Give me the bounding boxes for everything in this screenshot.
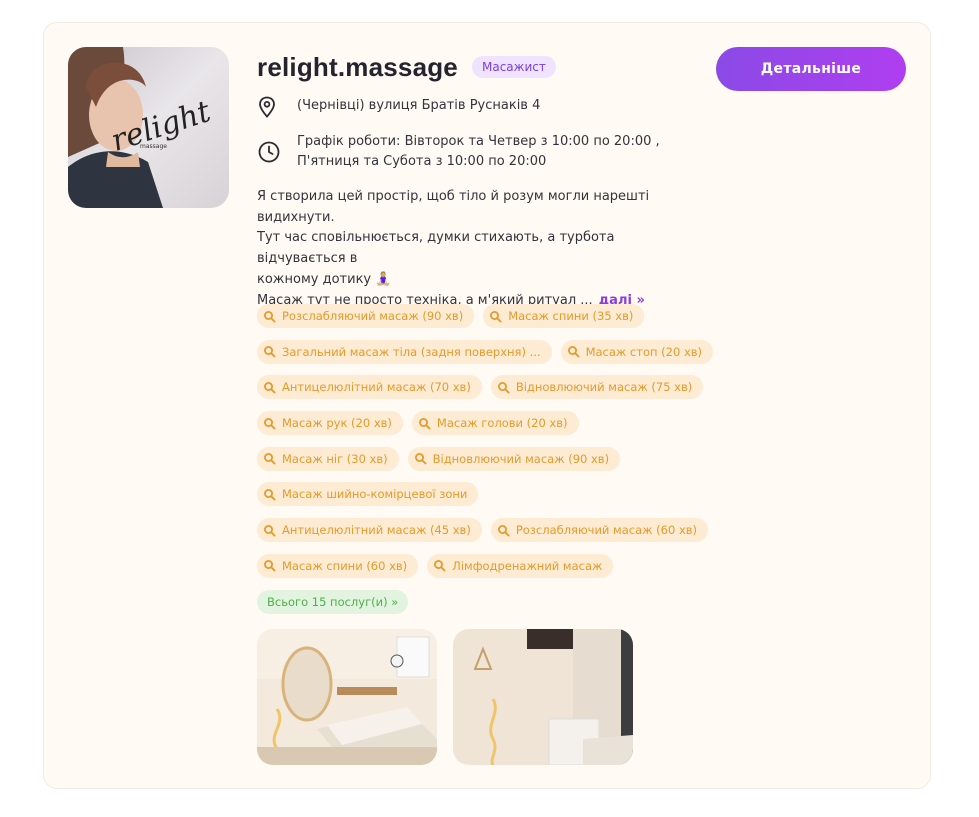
- search-icon: [264, 453, 276, 465]
- service-tag[interactable]: Лімфодренажний масаж: [427, 553, 614, 578]
- search-icon: [418, 417, 431, 430]
- service-tag[interactable]: Відновлюючий масаж (90 хв): [407, 446, 621, 471]
- clock-icon: [257, 132, 297, 171]
- search-icon: [264, 524, 276, 537]
- service-tag[interactable]: Розслабляючий масаж (60 хв): [490, 518, 709, 543]
- gallery-photo[interactable]: [453, 629, 633, 765]
- service-tag[interactable]: Розслабляючий масаж (90 хв): [257, 304, 475, 328]
- profile-name[interactable]: relight.massage: [257, 52, 458, 83]
- avatar-logo-subtext: massage: [140, 143, 167, 150]
- schedule-row: Графік роботи: Вівторок та Четвер з 10:0…: [257, 132, 660, 172]
- profile-avatar[interactable]: relight massage: [68, 47, 229, 208]
- photo-gallery: [257, 629, 649, 765]
- service-tag[interactable]: Масаж рук (20 хв): [257, 411, 403, 436]
- total-services-link[interactable]: Всього 15 послуг(и) »: [257, 589, 409, 614]
- address-text: (Чернівці) вулиця Братів Руснаків 4: [297, 98, 541, 113]
- gallery-photo[interactable]: [257, 629, 437, 765]
- services-list: Розслабляючий масаж (90 хв) Масаж спини …: [257, 304, 714, 625]
- service-tag[interactable]: Масаж ніг (30 хв): [257, 446, 399, 471]
- search-icon: [567, 346, 580, 358]
- service-tag[interactable]: Антицелюлітний масаж (70 хв): [257, 375, 482, 400]
- schedule-line-2: П'ятниця та Субота з 10:00 по 20:00: [297, 154, 547, 169]
- search-icon: [264, 381, 276, 394]
- profile-info: relight.massage Масажист (Чернівці) вули…: [257, 47, 714, 765]
- role-badge: Масажист: [471, 56, 556, 78]
- search-icon: [264, 488, 276, 501]
- details-button[interactable]: Детальніше: [716, 47, 906, 91]
- description-line: Я створила цей простір, щоб тіло й розум…: [257, 189, 650, 204]
- search-icon: [490, 310, 502, 322]
- address-row: (Чернівці) вулиця Братів Руснаків 4: [257, 96, 540, 125]
- service-tag[interactable]: Загальний масаж тіла (задня поверхня) ..…: [257, 339, 552, 364]
- schedule-line-1: Графік роботи: Вівторок та Четвер з 10:0…: [297, 134, 660, 149]
- service-tag[interactable]: Масаж шийно-комірцевої зони: [257, 482, 479, 507]
- search-icon: [434, 560, 446, 572]
- search-icon: [414, 453, 427, 465]
- service-tag[interactable]: Відновлюючий масаж (75 хв): [490, 375, 704, 400]
- service-tag[interactable]: Масаж стоп (20 хв): [560, 339, 714, 364]
- location-pin-icon: [257, 96, 297, 125]
- search-icon: [497, 524, 510, 537]
- description-line: видихнути.: [257, 209, 335, 225]
- service-tag[interactable]: Масаж спини (35 хв): [483, 304, 645, 328]
- search-icon: [264, 346, 276, 358]
- description: Я створила цей простір, щоб тіло й розум…: [257, 187, 697, 311]
- service-tag[interactable]: Антицелюлітний масаж (45 хв): [257, 518, 482, 543]
- search-icon: [264, 310, 276, 322]
- service-tag[interactable]: Масаж спини (60 хв): [257, 553, 419, 578]
- search-icon: [264, 560, 276, 572]
- master-card: relight massage relight.massage Масажист…: [43, 22, 931, 789]
- description-line: кожному дотику 🧘🏼‍♀️: [257, 271, 392, 287]
- search-icon: [264, 417, 276, 430]
- service-tag[interactable]: Масаж голови (20 хв): [411, 411, 579, 436]
- search-icon: [497, 381, 510, 394]
- description-line: Тут час сповільнюється, думки стихають, …: [257, 230, 615, 267]
